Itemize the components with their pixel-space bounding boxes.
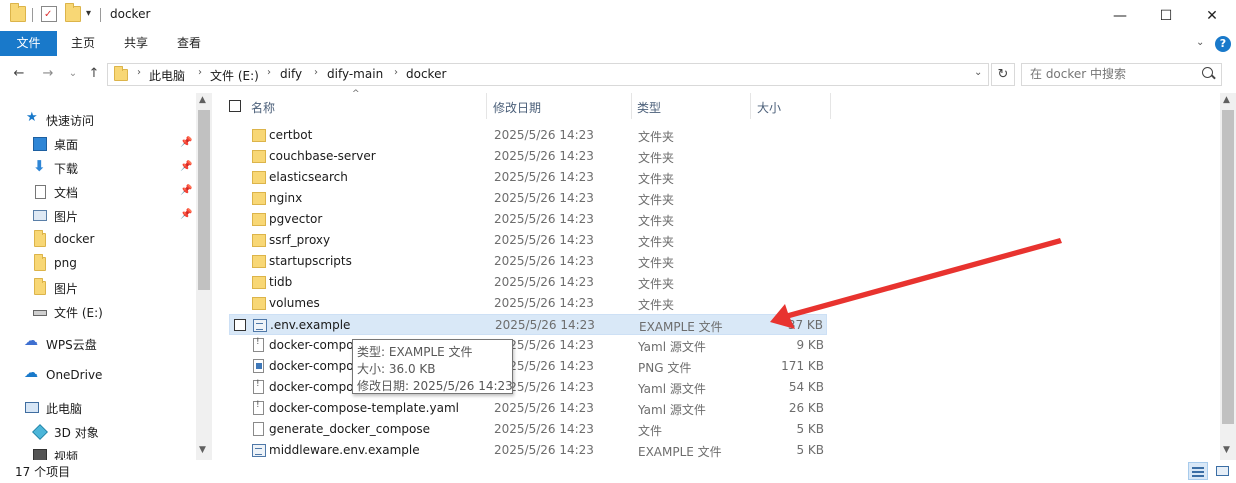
- large-icons-view-button[interactable]: [1212, 462, 1232, 480]
- status-bar: 17 个项目: [0, 460, 1236, 483]
- details-view-button[interactable]: [1188, 462, 1208, 480]
- annotation-arrow: [770, 238, 1062, 329]
- red-arrow-icon: [770, 238, 1062, 329]
- item-count: 17 个项目: [15, 465, 71, 479]
